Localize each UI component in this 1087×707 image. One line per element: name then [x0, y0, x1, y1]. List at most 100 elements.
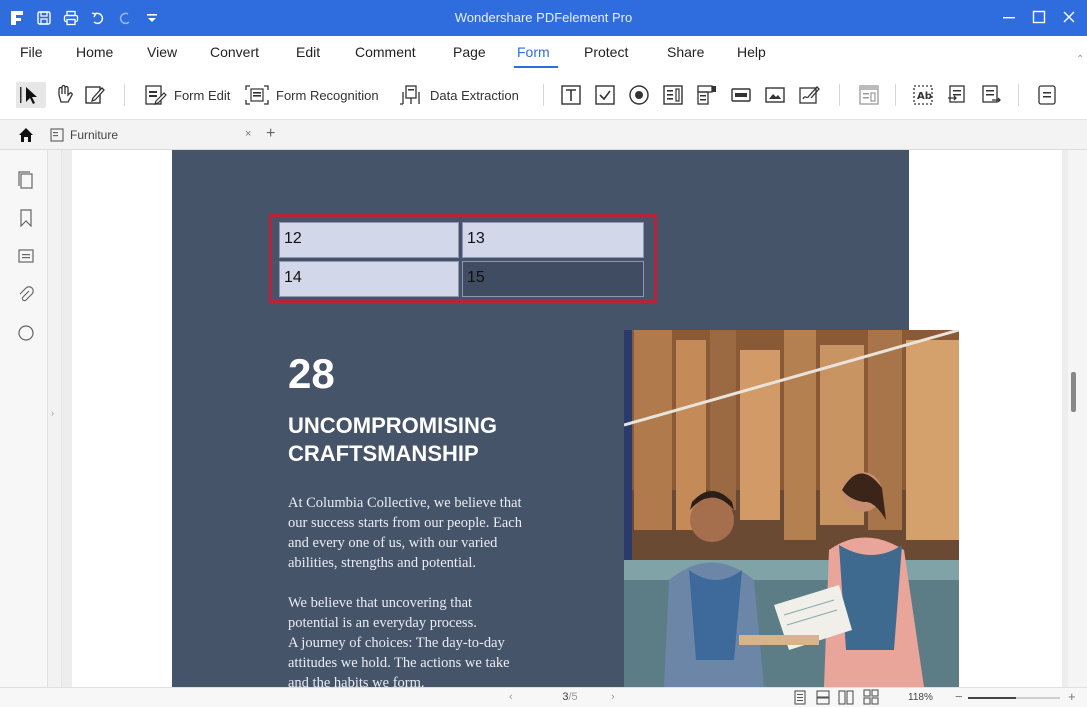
menu-share[interactable]: Share	[667, 44, 704, 60]
workshop-photo	[624, 330, 959, 687]
paragraph-2: We believe that uncovering that potentia…	[288, 593, 568, 687]
two-page-view-icon[interactable]	[838, 690, 854, 707]
document-viewer: 12 13 14 15 28 UNCOMPROMISING CRAFTSMANS…	[62, 150, 1068, 687]
continuous-view-icon[interactable]	[815, 690, 831, 707]
hand-icon	[58, 84, 73, 103]
menu-page[interactable]: Page	[453, 44, 486, 60]
list-box-icon	[663, 85, 683, 105]
form-edit-button[interactable]: Form Edit	[144, 82, 230, 108]
status-bar: ‹ 3/5 › 118% − +	[0, 687, 1087, 707]
form-edit-label: Form Edit	[174, 87, 231, 103]
next-page-icon[interactable]: ›	[611, 691, 615, 703]
clear-form-button[interactable]	[1036, 82, 1058, 108]
text-field-button[interactable]	[560, 82, 582, 108]
field-properties-button[interactable]	[858, 82, 880, 108]
export-data-button[interactable]	[980, 82, 1002, 108]
paragraph-line: At Columbia Collective, we believe that	[288, 495, 522, 511]
import-data-button[interactable]	[946, 82, 968, 108]
menu-edit[interactable]: Edit	[296, 44, 320, 60]
bookmark-icon[interactable]	[16, 208, 36, 228]
section-heading: UNCOMPROMISING CRAFTSMANSHIP	[288, 412, 588, 468]
button-field-icon	[731, 88, 751, 102]
form-field-13[interactable]: 13	[462, 222, 644, 258]
menu-help[interactable]: Help	[737, 44, 766, 60]
zoom-out-icon[interactable]: −	[955, 689, 963, 704]
form-edit-icon	[145, 85, 167, 105]
menu-home[interactable]: Home	[76, 44, 113, 60]
minimize-icon[interactable]	[997, 6, 1021, 28]
title-bar: Wondershare PDFelement Pro	[0, 0, 1087, 36]
edit-tool-button[interactable]	[84, 82, 106, 108]
hand-tool-button[interactable]	[53, 82, 75, 108]
select-cursor-icon	[20, 87, 37, 104]
single-page-view-icon[interactable]	[793, 690, 807, 707]
close-icon[interactable]	[1057, 6, 1081, 28]
checkbox-button[interactable]	[594, 82, 616, 108]
menu-comment[interactable]: Comment	[355, 44, 416, 60]
list-box-button[interactable]	[662, 82, 684, 108]
paragraph-line: and every one of us, with our varied	[288, 535, 498, 551]
separator	[839, 84, 840, 106]
menu-file[interactable]: File	[20, 44, 43, 60]
menu-form[interactable]: Form	[517, 44, 550, 60]
separator	[895, 84, 896, 106]
zoom-in-icon[interactable]: +	[1068, 689, 1076, 704]
search-icon[interactable]	[16, 323, 36, 343]
active-menu-indicator	[514, 66, 558, 68]
form-field-12[interactable]: 12	[279, 222, 459, 258]
menu-convert[interactable]: Convert	[210, 44, 259, 60]
edit-pencil-icon	[85, 86, 105, 104]
set-fields-button[interactable]: Ab	[912, 82, 936, 108]
pdf-page: 12 13 14 15 28 UNCOMPROMISING CRAFTSMANS…	[72, 150, 1062, 687]
data-extraction-button[interactable]: Data Extraction	[398, 82, 519, 108]
paragraph-line: attitudes we hold. The actions we take	[288, 655, 510, 671]
import-data-icon	[948, 85, 965, 103]
export-data-icon	[982, 85, 1001, 103]
document-tab-strip: Furniture × +	[0, 120, 1087, 150]
window-controls	[997, 6, 1081, 28]
form-field-15[interactable]: 15	[462, 261, 644, 297]
radio-button-tool[interactable]	[628, 82, 650, 108]
left-sidebar	[0, 150, 48, 695]
select-tool-button[interactable]	[16, 82, 46, 108]
checkbox-icon	[595, 85, 615, 105]
menu-protect[interactable]: Protect	[584, 44, 628, 60]
grid-view-icon[interactable]	[863, 689, 879, 707]
maximize-icon[interactable]	[1027, 6, 1051, 28]
zoom-slider-fill	[968, 697, 1016, 699]
sidebar-collapse-handle[interactable]: ›	[48, 150, 62, 695]
paragraph-line: and the habits we form.	[288, 675, 425, 687]
vertical-scrollbar[interactable]	[1068, 150, 1087, 687]
button-field-button[interactable]	[730, 82, 752, 108]
image-field-button[interactable]	[764, 82, 786, 108]
close-tab-icon[interactable]: ×	[245, 128, 251, 140]
zoom-level[interactable]: 118%	[908, 692, 933, 703]
home-icon[interactable]	[18, 127, 34, 148]
previous-page-icon[interactable]: ‹	[509, 691, 513, 703]
chevron-right-icon: ›	[51, 408, 54, 418]
scrollbar-thumb[interactable]	[1071, 372, 1076, 412]
signature-field-icon	[799, 86, 820, 104]
signature-field-button[interactable]	[798, 82, 820, 108]
comment-icon[interactable]	[16, 247, 36, 267]
new-tab-icon[interactable]: +	[266, 125, 275, 143]
total-pages: /5	[568, 691, 578, 703]
tab-furniture[interactable]: Furniture ×	[50, 120, 260, 150]
paragraph-line: abilities, strengths and potential.	[288, 555, 477, 571]
form-recognition-label: Form Recognition	[276, 87, 379, 103]
paragraph-line: A journey of choices: The day-to-day	[288, 635, 505, 651]
form-document-icon	[50, 128, 64, 142]
menu-view[interactable]: View	[147, 44, 177, 60]
attachment-icon[interactable]	[16, 285, 36, 305]
page-indicator[interactable]: 3/5	[540, 691, 600, 707]
separator	[124, 84, 125, 106]
data-extraction-label: Data Extraction	[430, 87, 519, 103]
form-recognition-button[interactable]: Form Recognition	[244, 82, 379, 108]
thumbnails-icon[interactable]	[16, 170, 36, 190]
zoom-slider-track[interactable]	[968, 697, 1060, 699]
form-field-14[interactable]: 14	[279, 261, 459, 297]
collapse-ribbon-icon[interactable]: ⌃	[1076, 54, 1084, 65]
data-extraction-icon	[400, 85, 420, 105]
menu-bar: File Home View Convert Edit Comment Page…	[0, 36, 1087, 70]
combo-box-button[interactable]	[696, 82, 718, 108]
